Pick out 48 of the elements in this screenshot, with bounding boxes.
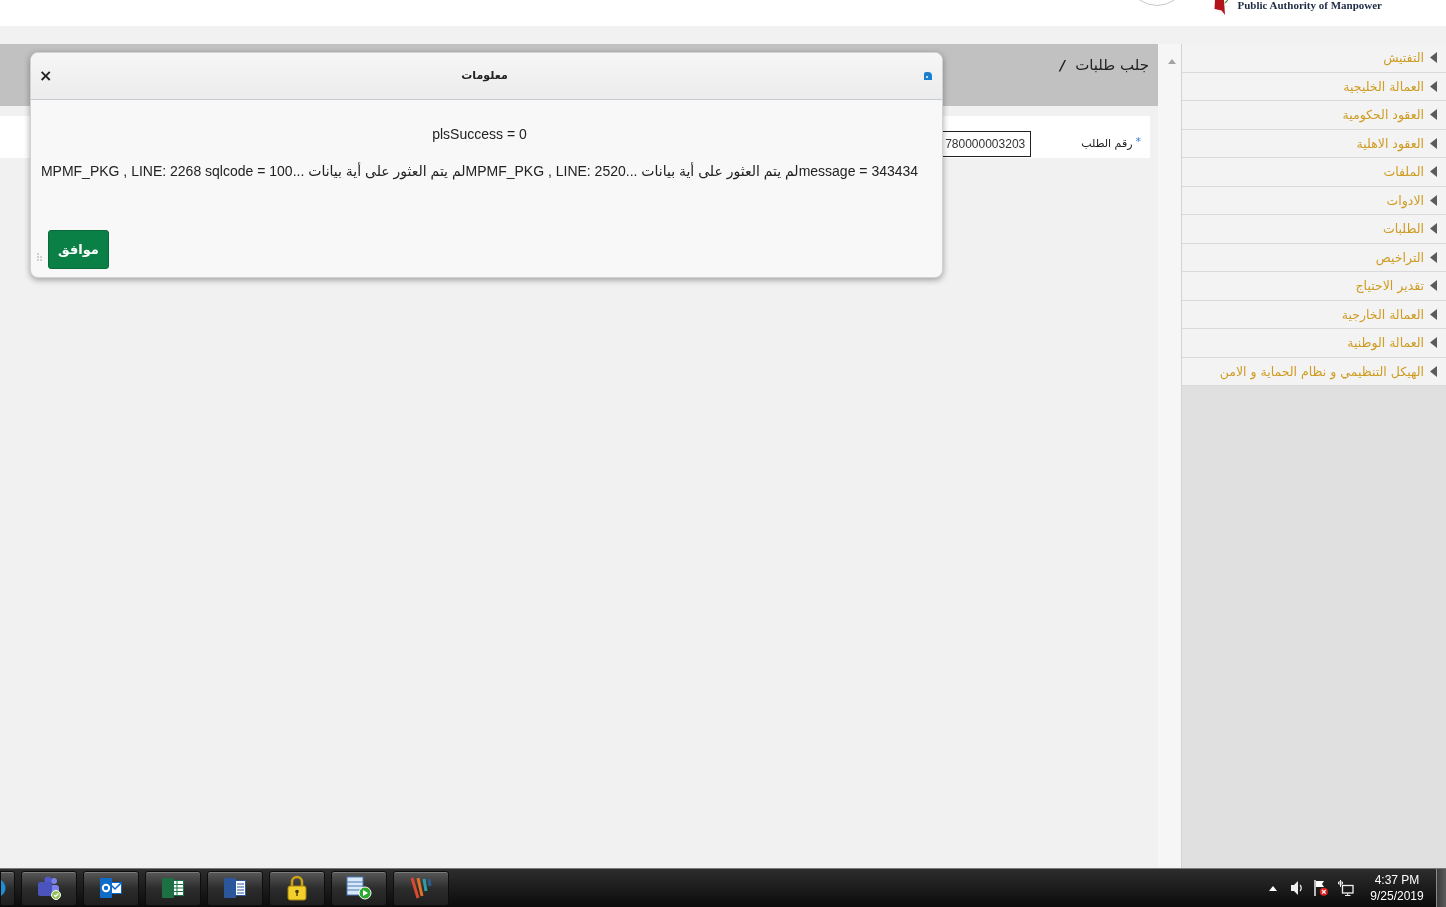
- network-monitor-icon[interactable]: [1338, 880, 1354, 896]
- sidebar-item[interactable]: التراخيص: [1182, 243, 1446, 272]
- sidebar-item[interactable]: العقود الاهلية: [1182, 129, 1446, 158]
- resize-grip-icon[interactable]: [37, 252, 42, 261]
- sidebar-item[interactable]: تقدير الاحتياج: [1182, 272, 1446, 301]
- sidebar-item[interactable]: العقود الحكومية: [1182, 101, 1446, 130]
- dialog-button[interactable]: موافق: [48, 230, 109, 269]
- sidebar-item[interactable]: الطلبات: [1182, 215, 1446, 244]
- flag-with-cross-icon[interactable]: [1314, 880, 1328, 896]
- circle-emblem-icon: [1139, 0, 1176, 6]
- crescent-icon: [1, 880, 7, 896]
- taskbar-button[interactable]: [145, 870, 201, 906]
- taskbar-button[interactable]: [393, 870, 449, 906]
- breadcrumb-separator: /: [1060, 56, 1066, 75]
- speaker-icon[interactable]: [1291, 881, 1303, 895]
- close-button[interactable]: ×: [37, 67, 55, 85]
- dialog-title: معلومات: [461, 68, 508, 84]
- sidebar-item[interactable]: التفتيش: [1182, 44, 1446, 73]
- table-play-icon: [346, 876, 372, 900]
- taskbar-button[interactable]: [207, 870, 263, 906]
- stripes-app-icon: [409, 877, 433, 899]
- taskbar-button[interactable]: [331, 870, 387, 906]
- corner-icon: [924, 72, 932, 80]
- show-desktop-button[interactable]: [1436, 869, 1446, 907]
- padlock-icon: [287, 875, 307, 901]
- required-mark: *: [1135, 136, 1141, 146]
- people-app-icon: [36, 876, 62, 900]
- taskbar-button[interactable]: [21, 870, 77, 906]
- clock-time: 4:37 PM: [1374, 872, 1420, 888]
- sidebar-item[interactable]: الملفات: [1182, 158, 1446, 187]
- field-label: رقم الطلب: [1081, 136, 1133, 151]
- taskbar-button[interactable]: [269, 870, 325, 906]
- taskbar-button[interactable]: [83, 870, 139, 906]
- sidebar-item[interactable]: العمالة الخليجية: [1182, 72, 1446, 101]
- document-app-icon: [223, 877, 247, 899]
- tray-up-arrow-icon[interactable]: [1269, 885, 1277, 891]
- logo-icon: [1212, 0, 1229, 15]
- breadcrumb-title: جلب طلبات: [1075, 55, 1149, 75]
- sidebar-item[interactable]: العمالة الوطنية: [1182, 329, 1446, 358]
- sidebar-item[interactable]: الهيكل التنظيمي و نظام الحماية و الامن: [1182, 357, 1446, 386]
- clock-date: 9/25/2019: [1370, 888, 1424, 904]
- sidebar-item[interactable]: الادوات: [1182, 186, 1446, 215]
- message-text: message = 343434لم يتم العثور على أية بيانات ...MPMF_PKG , LINE: 2520لم يتم العثور على أية بيانات ...MPMF_PKG , LINE: 2268 sqlcode = 100: [39, 162, 920, 180]
- message-text: plsSuccess = 0: [431, 125, 528, 143]
- org-name: Public Authority of Manpower: [1237, 0, 1382, 11]
- mail-app-icon: [99, 877, 123, 899]
- sidebar-item[interactable]: العمالة الخارجية: [1182, 300, 1446, 329]
- spreadsheet-app-icon: [161, 877, 185, 899]
